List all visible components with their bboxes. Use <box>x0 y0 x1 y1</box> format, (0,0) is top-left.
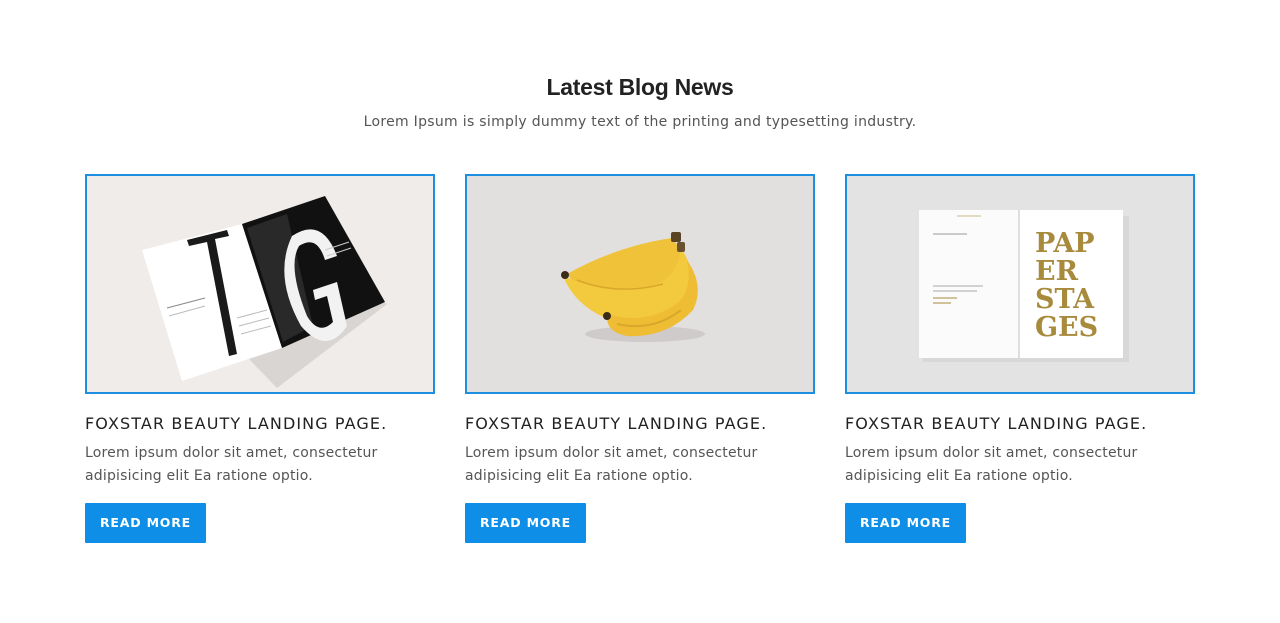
post-excerpt: Lorem ipsum dolor sit amet, consectetur … <box>845 445 1138 484</box>
blog-thumbnail[interactable]: PAP ER STA GES <box>845 174 1195 394</box>
read-more-button[interactable]: READ MORE <box>845 503 966 543</box>
read-more-button[interactable]: READ MORE <box>85 503 206 543</box>
post-title[interactable]: FOXSTAR BEAUTY LANDING PAGE. <box>845 414 1195 433</box>
magazine-spread-image <box>87 176 433 392</box>
booklet-cover-text: PAP ER STA GES <box>1035 228 1098 343</box>
bananas-image <box>467 176 813 392</box>
section-title: Latest Blog News <box>546 74 734 100</box>
post-title[interactable]: FOXSTAR BEAUTY LANDING PAGE. <box>85 414 435 433</box>
post-excerpt: Lorem ipsum dolor sit amet, consectetur … <box>465 445 758 484</box>
blog-thumbnail[interactable] <box>465 174 815 394</box>
svg-text:ER: ER <box>1035 256 1079 287</box>
blog-card: PAP ER STA GES FOXSTAR BEAUTY LANDING PA… <box>845 174 1195 543</box>
svg-text:STA: STA <box>1035 284 1095 315</box>
svg-text:PAP: PAP <box>1035 228 1095 259</box>
blog-card: FOXSTAR BEAUTY LANDING PAGE. Lorem ipsum… <box>465 174 815 543</box>
post-excerpt: Lorem ipsum dolor sit amet, consectetur … <box>85 445 378 484</box>
post-title[interactable]: FOXSTAR BEAUTY LANDING PAGE. <box>465 414 815 433</box>
blog-thumbnail[interactable] <box>85 174 435 394</box>
paper-stages-booklet-image: PAP ER STA GES <box>847 176 1193 392</box>
section-subtitle: Lorem Ipsum is simply dummy text of the … <box>363 114 917 130</box>
svg-text:GES: GES <box>1035 312 1098 343</box>
blog-card: FOXSTAR BEAUTY LANDING PAGE. Lorem ipsum… <box>85 174 435 543</box>
read-more-button[interactable]: READ MORE <box>465 503 586 543</box>
